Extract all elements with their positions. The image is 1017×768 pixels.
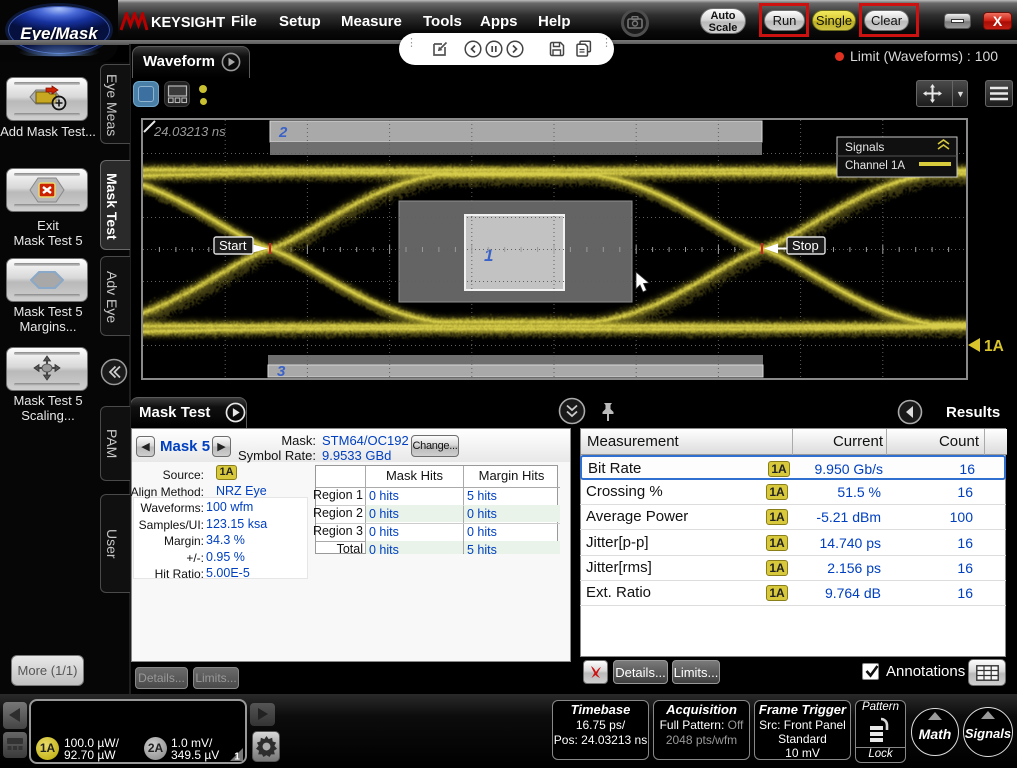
svg-text:3: 3 [277,363,286,378]
svg-text:Stop: Stop [792,238,819,253]
svg-text:Signals: Signals [845,140,884,154]
svg-text:1A: 1A [984,338,1004,354]
svg-text:Start: Start [219,238,247,253]
svg-text:Channel 1A: Channel 1A [845,160,905,172]
svg-text:24.03213 ns: 24.03213 ns [153,124,226,139]
svg-text:1: 1 [234,752,240,762]
svg-text:1: 1 [484,246,493,265]
svg-text:2: 2 [278,124,288,141]
